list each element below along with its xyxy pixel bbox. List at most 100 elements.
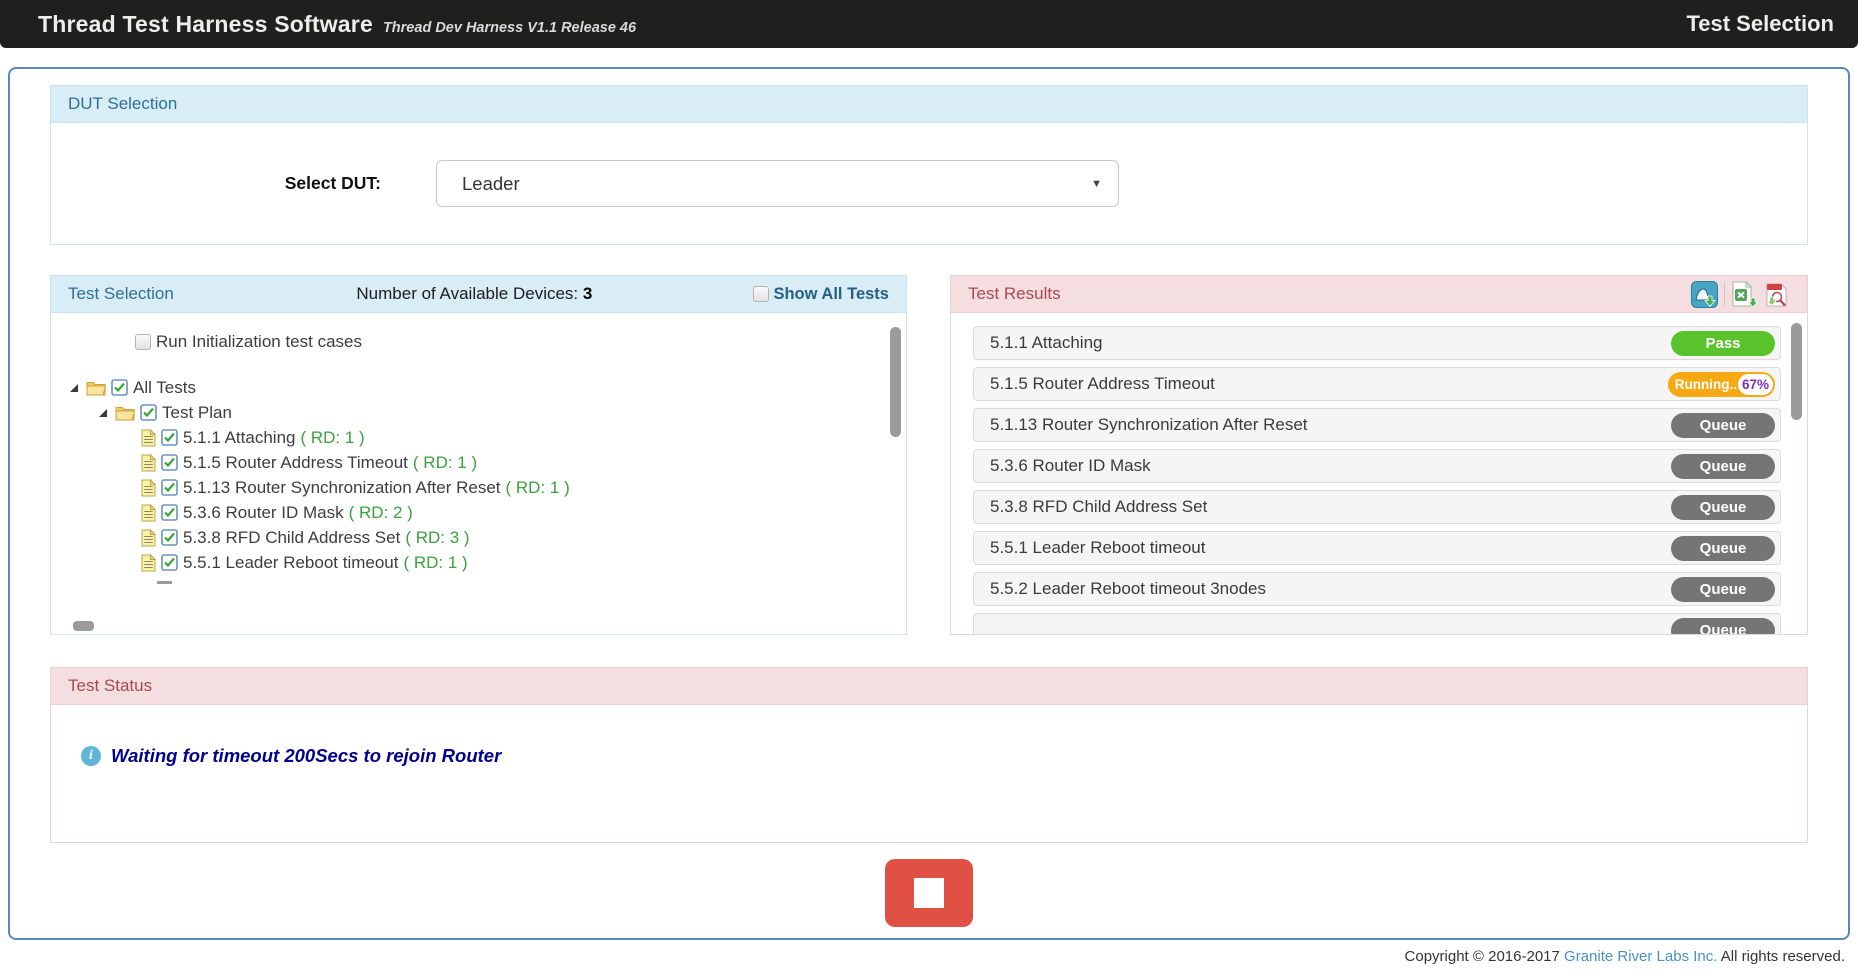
status-badge: Queue — [1671, 536, 1775, 561]
running-label: Running.. — [1675, 377, 1737, 392]
result-test-name: 5.1.5 Router Address Timeout — [990, 374, 1215, 394]
test-selection-panel: Test Selection Number of Available Devic… — [50, 275, 907, 635]
test-name: 5.1.5 Router Address Timeout — [183, 453, 408, 473]
dut-selected-value: Leader — [462, 173, 520, 195]
stop-icon — [914, 878, 944, 908]
test-selection-header: Test Selection Number of Available Devic… — [50, 275, 907, 313]
page-title: Test Selection — [1686, 11, 1834, 37]
tree-item-test-plan[interactable]: Test Plan — [99, 400, 906, 425]
icon-divider — [1724, 282, 1725, 307]
test-status-panel: Test Status i Waiting for timeout 200Sec… — [50, 667, 1808, 843]
devices-count-value: 3 — [583, 284, 592, 303]
footer: Copyright © 2016-2017 Granite River Labs… — [0, 940, 1858, 965]
all-tests-label: All Tests — [133, 378, 196, 398]
select-dut-label: Select DUT: — [51, 173, 381, 194]
test-results-title: Test Results — [968, 284, 1061, 304]
status-message: Waiting for timeout 200Secs to rejoin Ro… — [111, 745, 501, 767]
copyright-text: Copyright © 2016-2017 — [1405, 948, 1560, 965]
dut-selection-body: Select DUT: Leader ▼ — [50, 123, 1808, 245]
test-name: 5.1.13 Router Synchronization After Rese… — [183, 478, 501, 498]
file-icon — [141, 454, 156, 472]
pdf-report-download-icon[interactable] — [1763, 281, 1790, 308]
test-tree-body: Run Initialization test cases All Tests … — [50, 313, 907, 635]
tree-item-test[interactable]: 5.1.13 Router Synchronization After Rese… — [141, 475, 906, 500]
test-status-body: i Waiting for timeout 200Secs to rejoin … — [50, 705, 1808, 843]
app-version-subtitle: Thread Dev Harness V1.1 Release 46 — [383, 20, 636, 36]
dut-select-dropdown[interactable]: Leader ▼ — [436, 160, 1119, 207]
test-checkbox[interactable] — [161, 429, 178, 446]
test-checkbox[interactable] — [161, 529, 178, 546]
tree-item-test[interactable]: 5.3.6 Router ID Mask ( RD: 2 ) — [141, 500, 906, 525]
test-rd-count: ( RD: 3 ) — [405, 528, 469, 548]
excel-report-download-icon[interactable] — [1731, 281, 1759, 308]
collapse-arrow-icon[interactable] — [99, 409, 107, 417]
granite-river-labs-link[interactable]: Granite River Labs Inc. — [1564, 948, 1717, 965]
test-name: 5.5.1 Leader Reboot timeout — [183, 553, 398, 573]
app-header: Thread Test Harness Software Thread Dev … — [0, 0, 1858, 48]
wireshark-capture-download-icon[interactable] — [1691, 281, 1718, 308]
status-badge: Queue — [1671, 454, 1775, 479]
status-badge: Queue — [1671, 618, 1775, 636]
status-badge: Pass — [1671, 331, 1775, 356]
all-tests-checkbox[interactable] — [111, 379, 128, 396]
tree-item-test[interactable]: 5.1.5 Router Address Timeout ( RD: 1 ) — [141, 450, 906, 475]
test-tree-vertical-scrollbar[interactable] — [890, 327, 901, 437]
test-rd-count: ( RD: 1 ) — [506, 478, 570, 498]
test-checkbox[interactable] — [161, 554, 178, 571]
test-result-row[interactable]: 5.1.13 Router Synchronization After Rese… — [973, 408, 1781, 442]
folder-icon — [115, 405, 135, 421]
show-all-tests-checkbox[interactable] — [753, 286, 769, 302]
test-rd-count: ( RD: 1 ) — [300, 428, 364, 448]
result-test-name: 5.3.8 RFD Child Address Set — [990, 497, 1207, 517]
test-checkbox[interactable] — [161, 479, 178, 496]
test-checkbox[interactable] — [161, 454, 178, 471]
file-icon — [141, 504, 156, 522]
test-checkbox[interactable] — [161, 504, 178, 521]
test-name: 5.1.1 Attaching — [183, 428, 295, 448]
test-name: 5.3.8 RFD Child Address Set — [183, 528, 400, 548]
progress-percent: 67% — [1738, 374, 1773, 395]
middle-row: Test Selection Number of Available Devic… — [50, 275, 1808, 635]
show-all-tests-control: Show All Tests — [626, 285, 889, 304]
tree-item-all-tests[interactable]: All Tests — [70, 375, 906, 400]
results-header-icons — [1691, 281, 1790, 308]
tree-item-test[interactable]: 5.3.8 RFD Child Address Set ( RD: 3 ) — [141, 525, 906, 550]
collapse-arrow-icon[interactable] — [70, 384, 78, 392]
file-icon — [141, 429, 156, 447]
test-plan-checkbox[interactable] — [140, 404, 157, 421]
stop-button[interactable] — [885, 859, 973, 927]
dut-selection-title: DUT Selection — [68, 94, 177, 114]
test-rd-count: ( RD: 1 ) — [413, 453, 477, 473]
test-result-row[interactable]: 5.3.8 RFD Child Address Set Queue — [973, 490, 1781, 524]
tree-item-test[interactable]: 5.5.1 Leader Reboot timeout ( RD: 1 ) — [141, 550, 906, 575]
dut-selection-header: DUT Selection — [50, 85, 1808, 123]
test-result-row[interactable]: Queue — [973, 613, 1781, 635]
test-tree-horizontal-scrollbar[interactable] — [73, 621, 94, 631]
status-badge: Queue — [1671, 413, 1775, 438]
result-test-name: 5.1.1 Attaching — [990, 333, 1102, 353]
test-results-vertical-scrollbar[interactable] — [1791, 323, 1802, 420]
test-result-row[interactable]: 5.1.1 Attaching Pass — [973, 326, 1781, 360]
test-status-header: Test Status — [50, 667, 1808, 705]
folder-icon — [86, 380, 106, 396]
result-test-name: 5.3.6 Router ID Mask — [990, 456, 1151, 476]
test-name: 5.3.6 Router ID Mask — [183, 503, 344, 523]
run-initialization-checkbox[interactable] — [135, 334, 151, 350]
file-icon — [141, 479, 156, 497]
result-test-name: 5.5.2 Leader Reboot timeout 3nodes — [990, 579, 1266, 599]
test-result-row[interactable]: 5.1.5 Router Address Timeout Running..67… — [973, 367, 1781, 401]
app-header-left: Thread Test Harness Software Thread Dev … — [38, 11, 636, 38]
tree-item-test[interactable]: 5.1.1 Attaching ( RD: 1 ) — [141, 425, 906, 450]
dut-selection-panel: DUT Selection Select DUT: Leader ▼ — [50, 85, 1808, 245]
test-status-title: Test Status — [68, 676, 152, 696]
devices-label-text: Number of Available Devices: — [356, 284, 582, 303]
file-icon — [141, 529, 156, 547]
test-result-row[interactable]: 5.5.1 Leader Reboot timeout Queue — [973, 531, 1781, 565]
chevron-down-icon: ▼ — [1091, 178, 1102, 190]
test-results-list: 5.1.1 Attaching Pass 5.1.5 Router Addres… — [950, 313, 1808, 635]
tree-test-list: 5.1.1 Attaching ( RD: 1 ) 5.1.5 Router A… — [67, 425, 906, 575]
test-result-row[interactable]: 5.5.2 Leader Reboot timeout 3nodes Queue — [973, 572, 1781, 606]
test-selection-title: Test Selection — [68, 284, 323, 304]
file-icon — [141, 554, 156, 572]
test-result-row[interactable]: 5.3.6 Router ID Mask Queue — [973, 449, 1781, 483]
